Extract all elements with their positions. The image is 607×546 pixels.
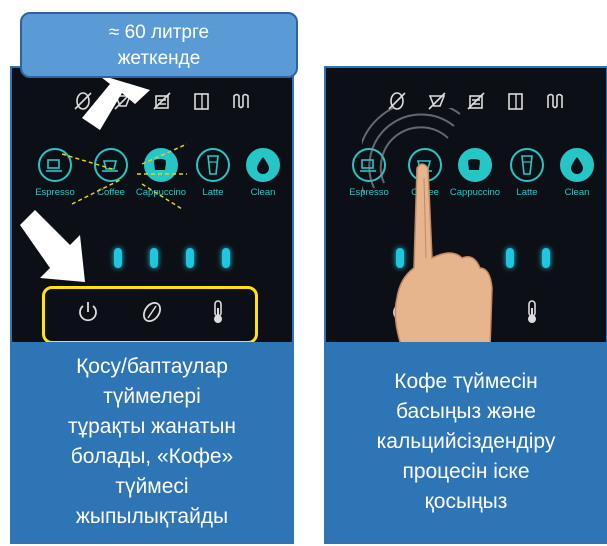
caption-right-text: Кофе түймесін басыңыз және кальцийсізден…: [376, 370, 556, 513]
level-led: [506, 248, 514, 268]
control-panel-right: Espresso Coffee Cappuccino Latte Clean: [324, 66, 607, 544]
callout-tooltip: ≈ 60 литрге жеткенде: [20, 12, 298, 78]
callout-line2: жеткенде: [117, 48, 201, 69]
caption-left: Қосу/баптаулар түймелері тұрақты жанатын…: [12, 342, 292, 542]
arrow-to-power: [20, 210, 85, 282]
temperature-button[interactable]: [518, 298, 546, 328]
arrows-overlay: [20, 74, 150, 282]
thermometer-icon: [528, 300, 536, 323]
latte-glass-icon: [521, 155, 533, 175]
drink-label: Latte: [516, 187, 538, 198]
hand-icon: [394, 163, 493, 348]
pressing-hand-illustration: [362, 108, 493, 348]
caption-right: Кофе түймесін басыңыз және кальцийсізден…: [326, 342, 606, 542]
arrow-to-coffee: [82, 74, 150, 130]
drink-button-latte[interactable]: Latte: [500, 148, 554, 198]
caption-left-text: Қосу/баптаулар түймелері тұрақты жанатын…: [67, 355, 237, 528]
drink-label: Clean: [564, 187, 590, 198]
callout-line1: ≈ 60 литрге: [108, 22, 210, 43]
door-icon: [507, 93, 523, 110]
clean-drop-icon: [571, 157, 583, 174]
drink-button-clean[interactable]: Clean: [550, 148, 604, 198]
level-led: [542, 248, 550, 268]
drip-tray-icon: [547, 93, 563, 109]
